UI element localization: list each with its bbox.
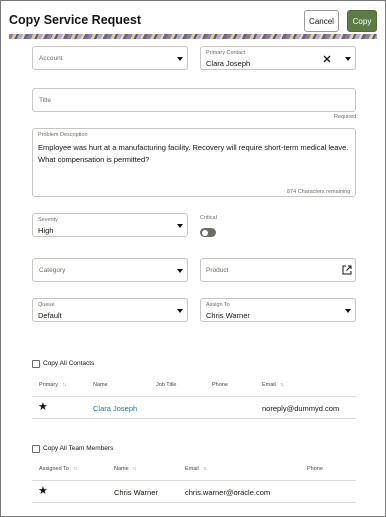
characters-remaining: 874 Characters remaining	[287, 189, 351, 195]
queue-select[interactable]: Queue Default	[32, 298, 188, 322]
star-icon: ★	[38, 485, 48, 497]
column-header-job-title[interactable]: Job Title	[156, 382, 176, 388]
queue-label: Queue	[38, 302, 55, 308]
divider	[32, 418, 356, 419]
divider	[32, 396, 356, 397]
problem-description-field[interactable]: Problem Description Employee was hurt at…	[32, 128, 356, 197]
severity-label: Severity	[38, 217, 58, 223]
assign-to-label: Assign To	[206, 302, 230, 308]
assign-to-select[interactable]: Assign To Chris Warner	[200, 298, 356, 322]
team-member-email: chris.warner@oracle.com	[185, 488, 271, 497]
open-external-icon[interactable]	[342, 265, 352, 275]
contact-email: noreply@dummyd.com	[262, 404, 340, 413]
column-header-name[interactable]: Name	[93, 382, 108, 388]
decorative-banner	[9, 34, 377, 39]
sort-arrows-icon: ↑↓	[72, 466, 77, 472]
category-select[interactable]: Category	[32, 258, 188, 282]
primary-contact-label: Primary Contact	[206, 50, 246, 56]
chevron-down-icon[interactable]	[345, 57, 351, 61]
primary-contact-value: Clara Joseph	[206, 59, 251, 68]
cancel-button[interactable]: Cancel	[304, 10, 339, 32]
critical-label: Critical	[200, 215, 217, 221]
sort-arrows-icon: ↑↓	[132, 466, 137, 472]
divider	[32, 502, 356, 503]
contact-name-link[interactable]: Clara Joseph	[93, 404, 137, 413]
severity-select[interactable]: Severity High	[32, 213, 188, 237]
copy-button[interactable]: Copy	[347, 10, 377, 32]
column-header-primary[interactable]: Primary ↑↓	[39, 382, 66, 388]
close-icon[interactable]	[323, 55, 331, 63]
column-header-name[interactable]: Name ↑↓	[114, 466, 137, 472]
column-header-email[interactable]: Email ↑↓	[262, 382, 284, 388]
sort-arrows-icon: ↑↓	[61, 382, 66, 388]
sort-arrows-icon: ↑↓	[279, 382, 284, 388]
team-member-name: Chris Warner	[114, 488, 158, 497]
page-title: Copy Service Request	[9, 13, 141, 27]
account-placeholder: Account	[39, 55, 63, 62]
account-select[interactable]: Account	[32, 46, 188, 70]
chevron-down-icon	[345, 309, 351, 313]
critical-toggle[interactable]	[200, 228, 216, 237]
star-icon: ★	[38, 401, 48, 413]
column-header-email[interactable]: Email ↑↓	[185, 466, 207, 472]
chevron-down-icon	[177, 269, 183, 273]
title-field[interactable]: Title	[32, 88, 356, 112]
primary-contact-select[interactable]: Primary Contact Clara Joseph	[200, 46, 356, 70]
title-placeholder: Title	[39, 97, 52, 104]
queue-value: Default	[38, 311, 62, 320]
problem-description-value: Employee was hurt at a manufacturing fac…	[38, 143, 349, 164]
column-header-assigned-to[interactable]: Assigned To ↑↓	[39, 466, 77, 472]
chevron-down-icon	[177, 309, 183, 313]
copy-all-contacts-label: Copy All Contacts	[43, 360, 95, 367]
column-header-phone[interactable]: Phone	[212, 382, 228, 388]
severity-value: High	[38, 226, 54, 235]
copy-all-team-members-checkbox[interactable]	[32, 445, 40, 453]
chevron-down-icon	[177, 57, 183, 61]
chevron-down-icon	[177, 224, 183, 228]
sort-arrows-icon: ↑↓	[202, 466, 207, 472]
assign-to-value: Chris Warner	[206, 311, 250, 320]
toggle-knob	[201, 229, 208, 236]
copy-all-team-members-label: Copy All Team Members	[43, 445, 114, 452]
column-header-phone[interactable]: Phone	[307, 466, 323, 472]
dialog-header: Copy Service Request Cancel Copy	[1, 1, 385, 37]
product-placeholder: Product	[206, 267, 229, 274]
category-placeholder: Category	[39, 267, 66, 274]
divider	[32, 480, 356, 481]
product-field[interactable]: Product	[200, 258, 356, 282]
copy-all-contacts-checkbox[interactable]	[32, 360, 40, 368]
required-hint: Required	[334, 114, 357, 120]
problem-description-label: Problem Description	[38, 132, 88, 138]
copy-service-request-dialog: Copy Service Request Cancel Copy Account…	[0, 0, 386, 517]
